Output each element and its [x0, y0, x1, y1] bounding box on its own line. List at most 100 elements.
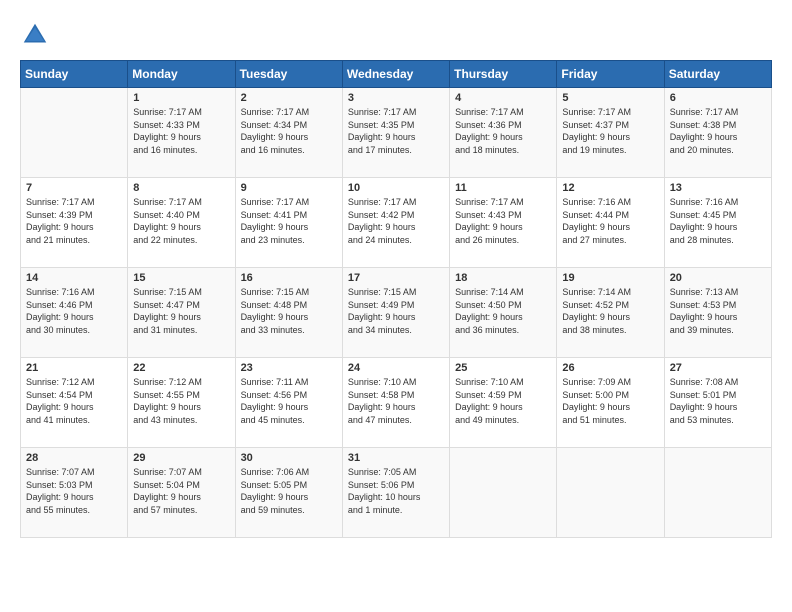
calendar-cell: 12 Sunrise: 7:16 AM Sunset: 4:44 PM Dayli…	[557, 178, 664, 268]
header	[20, 20, 772, 50]
header-row: SundayMondayTuesdayWednesdayThursdayFrid…	[21, 61, 772, 88]
calendar-cell: 20 Sunrise: 7:13 AM Sunset: 4:53 PM Dayli…	[664, 268, 771, 358]
day-number: 12	[562, 182, 658, 194]
calendar-cell: 31Sunrise: 7:05 AM Sunset: 5:06 PM Dayli…	[342, 448, 449, 538]
day-number: 18	[455, 272, 551, 284]
day-number: 26	[562, 362, 658, 374]
calendar-cell: 6 Sunrise: 7:17 AM Sunset: 4:38 PM Daylig…	[664, 88, 771, 178]
calendar-week-row: 28Sunrise: 7:07 AM Sunset: 5:03 PM Dayli…	[21, 448, 772, 538]
calendar-cell: 22 Sunrise: 7:12 AM Sunset: 4:55 PM Dayli…	[128, 358, 235, 448]
day-info: Sunrise: 7:08 AM Sunset: 5:01 PM Dayligh…	[670, 376, 766, 426]
calendar-cell: 14 Sunrise: 7:16 AM Sunset: 4:46 PM Dayli…	[21, 268, 128, 358]
calendar-week-row: 7 Sunrise: 7:17 AM Sunset: 4:39 PM Daylig…	[21, 178, 772, 268]
day-number: 22	[133, 362, 229, 374]
day-info: Sunrise: 7:16 AM Sunset: 4:45 PM Dayligh…	[670, 196, 766, 246]
day-info: Sunrise: 7:17 AM Sunset: 4:40 PM Dayligh…	[133, 196, 229, 246]
calendar-cell: 17Sunrise: 7:15 AM Sunset: 4:49 PM Dayli…	[342, 268, 449, 358]
calendar-body: 1 Sunrise: 7:17 AM Sunset: 4:33 PM Daylig…	[21, 88, 772, 538]
day-number: 17	[348, 272, 444, 284]
day-number: 1	[133, 92, 229, 104]
day-info: Sunrise: 7:17 AM Sunset: 4:35 PM Dayligh…	[348, 106, 444, 156]
day-number: 25	[455, 362, 551, 374]
day-number: 10	[348, 182, 444, 194]
day-number: 20	[670, 272, 766, 284]
day-info: Sunrise: 7:17 AM Sunset: 4:43 PM Dayligh…	[455, 196, 551, 246]
logo-icon	[20, 20, 50, 50]
calendar-cell: 25 Sunrise: 7:10 AM Sunset: 4:59 PM Dayli…	[450, 358, 557, 448]
day-number: 7	[26, 182, 122, 194]
weekday-header: Monday	[128, 61, 235, 88]
day-info: Sunrise: 7:17 AM Sunset: 4:36 PM Dayligh…	[455, 106, 551, 156]
day-number: 4	[455, 92, 551, 104]
calendar-cell: 5 Sunrise: 7:17 AM Sunset: 4:37 PM Daylig…	[557, 88, 664, 178]
day-info: Sunrise: 7:17 AM Sunset: 4:41 PM Dayligh…	[241, 196, 337, 246]
calendar-cell: 13 Sunrise: 7:16 AM Sunset: 4:45 PM Dayli…	[664, 178, 771, 268]
day-info: Sunrise: 7:12 AM Sunset: 4:55 PM Dayligh…	[133, 376, 229, 426]
day-info: Sunrise: 7:13 AM Sunset: 4:53 PM Dayligh…	[670, 286, 766, 336]
calendar-cell: 18 Sunrise: 7:14 AM Sunset: 4:50 PM Dayli…	[450, 268, 557, 358]
weekday-header: Saturday	[664, 61, 771, 88]
day-info: Sunrise: 7:14 AM Sunset: 4:50 PM Dayligh…	[455, 286, 551, 336]
day-number: 31	[348, 452, 444, 464]
calendar-cell: 2Sunrise: 7:17 AM Sunset: 4:34 PM Daylig…	[235, 88, 342, 178]
calendar-week-row: 21 Sunrise: 7:12 AM Sunset: 4:54 PM Dayli…	[21, 358, 772, 448]
calendar-cell: 26Sunrise: 7:09 AM Sunset: 5:00 PM Dayli…	[557, 358, 664, 448]
calendar-cell	[21, 88, 128, 178]
day-number: 3	[348, 92, 444, 104]
calendar-cell: 3 Sunrise: 7:17 AM Sunset: 4:35 PM Daylig…	[342, 88, 449, 178]
calendar-cell: 4 Sunrise: 7:17 AM Sunset: 4:36 PM Daylig…	[450, 88, 557, 178]
day-number: 14	[26, 272, 122, 284]
day-info: Sunrise: 7:17 AM Sunset: 4:33 PM Dayligh…	[133, 106, 229, 156]
weekday-header: Wednesday	[342, 61, 449, 88]
day-number: 23	[241, 362, 337, 374]
weekday-header: Tuesday	[235, 61, 342, 88]
day-number: 8	[133, 182, 229, 194]
calendar-cell	[450, 448, 557, 538]
calendar-cell: 29 Sunrise: 7:07 AM Sunset: 5:04 PM Dayli…	[128, 448, 235, 538]
day-number: 29	[133, 452, 229, 464]
day-info: Sunrise: 7:16 AM Sunset: 4:44 PM Dayligh…	[562, 196, 658, 246]
day-info: Sunrise: 7:15 AM Sunset: 4:48 PM Dayligh…	[241, 286, 337, 336]
day-number: 13	[670, 182, 766, 194]
day-number: 15	[133, 272, 229, 284]
calendar-cell: 10 Sunrise: 7:17 AM Sunset: 4:42 PM Dayli…	[342, 178, 449, 268]
day-number: 30	[241, 452, 337, 464]
day-info: Sunrise: 7:12 AM Sunset: 4:54 PM Dayligh…	[26, 376, 122, 426]
calendar-cell: 19 Sunrise: 7:14 AM Sunset: 4:52 PM Dayli…	[557, 268, 664, 358]
calendar-cell	[664, 448, 771, 538]
calendar-table: SundayMondayTuesdayWednesdayThursdayFrid…	[20, 60, 772, 538]
day-number: 5	[562, 92, 658, 104]
logo	[20, 20, 54, 50]
weekday-header: Sunday	[21, 61, 128, 88]
day-number: 9	[241, 182, 337, 194]
day-info: Sunrise: 7:11 AM Sunset: 4:56 PM Dayligh…	[241, 376, 337, 426]
day-number: 27	[670, 362, 766, 374]
day-info: Sunrise: 7:07 AM Sunset: 5:04 PM Dayligh…	[133, 466, 229, 516]
day-info: Sunrise: 7:10 AM Sunset: 4:59 PM Dayligh…	[455, 376, 551, 426]
page: SundayMondayTuesdayWednesdayThursdayFrid…	[0, 0, 792, 612]
day-number: 28	[26, 452, 122, 464]
calendar-cell: 11Sunrise: 7:17 AM Sunset: 4:43 PM Dayli…	[450, 178, 557, 268]
day-number: 21	[26, 362, 122, 374]
weekday-header: Thursday	[450, 61, 557, 88]
calendar-cell: 23 Sunrise: 7:11 AM Sunset: 4:56 PM Dayli…	[235, 358, 342, 448]
day-info: Sunrise: 7:17 AM Sunset: 4:42 PM Dayligh…	[348, 196, 444, 246]
calendar-cell: 24Sunrise: 7:10 AM Sunset: 4:58 PM Dayli…	[342, 358, 449, 448]
day-info: Sunrise: 7:15 AM Sunset: 4:47 PM Dayligh…	[133, 286, 229, 336]
calendar-cell: 7 Sunrise: 7:17 AM Sunset: 4:39 PM Daylig…	[21, 178, 128, 268]
day-number: 2	[241, 92, 337, 104]
calendar-cell: 27 Sunrise: 7:08 AM Sunset: 5:01 PM Dayli…	[664, 358, 771, 448]
day-number: 19	[562, 272, 658, 284]
calendar-cell: 28Sunrise: 7:07 AM Sunset: 5:03 PM Dayli…	[21, 448, 128, 538]
day-info: Sunrise: 7:14 AM Sunset: 4:52 PM Dayligh…	[562, 286, 658, 336]
calendar-cell: 9 Sunrise: 7:17 AM Sunset: 4:41 PM Daylig…	[235, 178, 342, 268]
day-info: Sunrise: 7:17 AM Sunset: 4:39 PM Dayligh…	[26, 196, 122, 246]
day-info: Sunrise: 7:17 AM Sunset: 4:37 PM Dayligh…	[562, 106, 658, 156]
weekday-header: Friday	[557, 61, 664, 88]
calendar-cell: 30 Sunrise: 7:06 AM Sunset: 5:05 PM Dayli…	[235, 448, 342, 538]
day-info: Sunrise: 7:16 AM Sunset: 4:46 PM Dayligh…	[26, 286, 122, 336]
day-number: 16	[241, 272, 337, 284]
day-info: Sunrise: 7:17 AM Sunset: 4:38 PM Dayligh…	[670, 106, 766, 156]
day-info: Sunrise: 7:06 AM Sunset: 5:05 PM Dayligh…	[241, 466, 337, 516]
day-number: 6	[670, 92, 766, 104]
